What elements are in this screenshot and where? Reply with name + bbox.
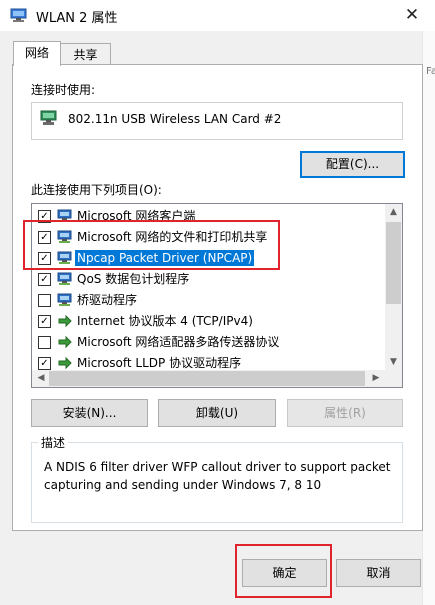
list-item-label: Internet 协议版本 4 (TCP/IPv4) <box>77 314 253 328</box>
scroll-corner <box>385 370 403 388</box>
cancel-button[interactable]: 取消 <box>336 559 421 587</box>
protocol-arrow-icon <box>57 314 73 328</box>
item-checkbox[interactable] <box>38 336 51 349</box>
items-label: 此连接使用下列项目(O): <box>31 183 162 197</box>
properties-button[interactable]: 属性(R) <box>287 399 403 427</box>
scroll-down-icon[interactable]: ▼ <box>385 354 402 371</box>
protocol-arrow-icon <box>57 335 73 349</box>
connect-using-label: 连接时使用: <box>31 83 96 97</box>
scroll-right-icon[interactable]: ▶ <box>369 370 383 387</box>
tab-share[interactable]: 共享 <box>60 43 111 66</box>
list-item[interactable]: 桥驱动程序 <box>32 290 385 311</box>
list-item-label: QoS 数据包计划程序 <box>77 272 190 286</box>
adapter-icon <box>40 110 57 125</box>
scroll-up-icon[interactable]: ▲ <box>385 204 402 221</box>
uninstall-button[interactable]: 卸载(U) <box>158 399 276 427</box>
protocol-arrow-icon <box>57 356 73 370</box>
description-text: A NDIS 6 filter driver WFP callout drive… <box>44 460 391 492</box>
vertical-scrollbar[interactable]: ▲ ▼ <box>385 203 403 372</box>
horizontal-scrollbar[interactable]: ◀ ▶ <box>31 370 386 388</box>
list-item[interactable]: Microsoft 网络适配器多路传送器协议 <box>32 332 385 353</box>
list-item[interactable]: ✓ Internet 协议版本 4 (TCP/IPv4) <box>32 311 385 332</box>
network-adapter-icon <box>10 8 27 22</box>
horizontal-scroll-thumb[interactable] <box>49 371 365 386</box>
network-client-icon <box>57 293 73 307</box>
background-window-text: Fa <box>426 66 435 77</box>
close-icon: ✕ <box>404 5 420 25</box>
item-checkbox[interactable]: ✓ <box>38 357 51 370</box>
window-title: WLAN 2 属性 <box>36 11 118 26</box>
vertical-scroll-thumb[interactable] <box>386 222 401 304</box>
annotation-highlight-npcap <box>23 220 280 270</box>
annotation-highlight-ok <box>235 544 332 598</box>
network-client-icon <box>57 272 73 286</box>
scroll-left-icon[interactable]: ◀ <box>34 370 48 387</box>
adapter-name: 802.11n USB Wireless LAN Card #2 <box>68 112 282 126</box>
list-item-label: Microsoft 网络适配器多路传送器协议 <box>77 335 280 349</box>
install-button[interactable]: 安装(N)... <box>31 399 148 427</box>
title-bar: WLAN 2 属性 ✕ <box>0 0 435 31</box>
item-checkbox[interactable]: ✓ <box>38 273 51 286</box>
item-checkbox[interactable]: ✓ <box>38 315 51 328</box>
background-window-edge <box>422 31 435 605</box>
list-item-label: Microsoft LLDP 协议驱动程序 <box>77 356 242 370</box>
description-legend: 描述 <box>38 434 69 451</box>
item-checkbox[interactable] <box>38 294 51 307</box>
list-item-label: 桥驱动程序 <box>77 293 138 307</box>
tab-network[interactable]: 网络 <box>13 41 61 66</box>
configure-button[interactable]: 配置(C)... <box>300 151 405 178</box>
close-button[interactable]: ✕ <box>400 4 424 26</box>
list-item[interactable]: ✓ QoS 数据包计划程序 <box>32 269 385 290</box>
